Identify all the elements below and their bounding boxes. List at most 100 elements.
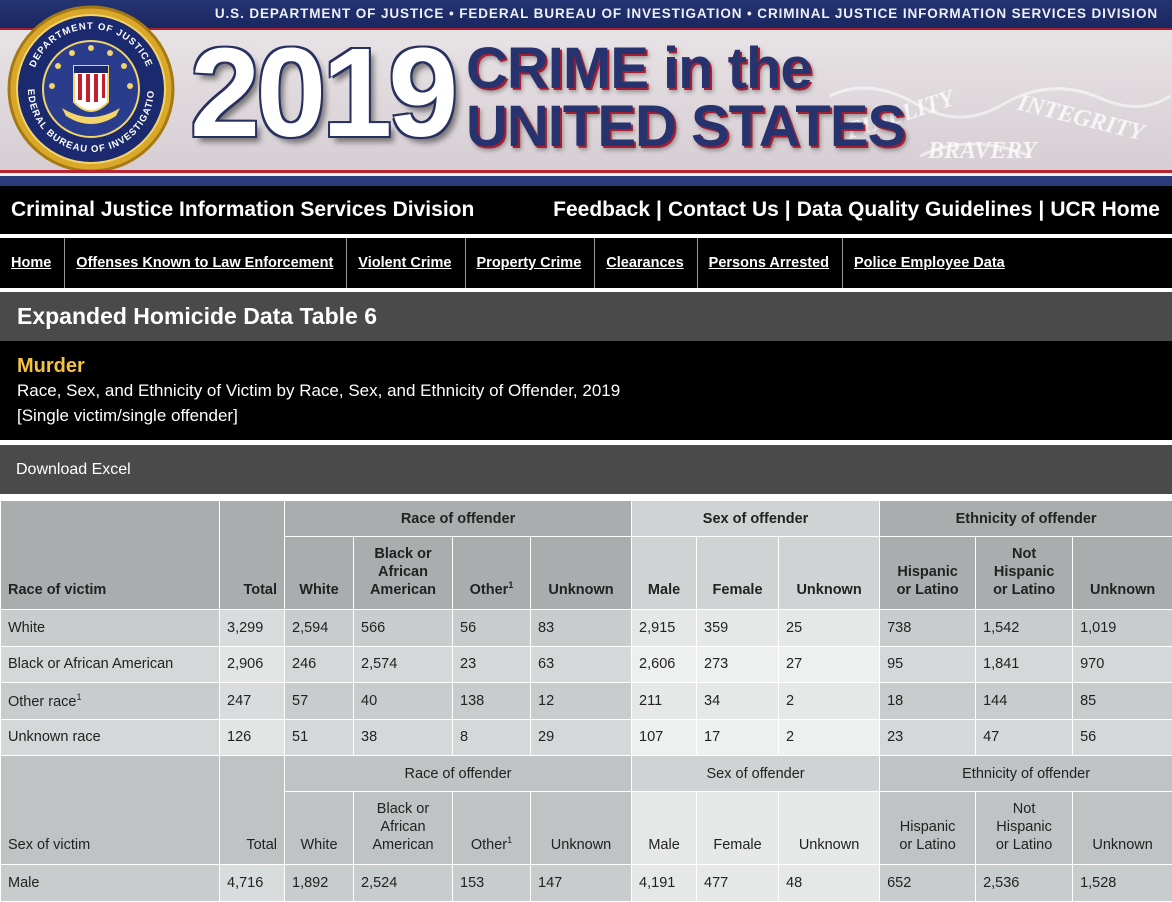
table-header-group-row: Race of victimTotalRace of offenderSex o… bbox=[1, 501, 1172, 537]
division-name: Criminal Justice Information Services Di… bbox=[11, 198, 474, 222]
cell-female: 34 bbox=[697, 683, 779, 720]
table-title: Race, Sex, and Ethnicity of Victim by Ra… bbox=[17, 378, 1155, 403]
row-label: Other race1 bbox=[1, 683, 220, 720]
cell-not-hispanic: 2,536 bbox=[976, 865, 1073, 902]
hispanic-header: Hispanicor Latino bbox=[880, 792, 976, 865]
cell-female: 17 bbox=[697, 719, 779, 756]
female-header: Female bbox=[697, 792, 779, 865]
male-header: Male bbox=[632, 792, 697, 865]
offense-label: Murder bbox=[17, 354, 1155, 378]
cell-ethnicity-unknown: 970 bbox=[1073, 646, 1172, 683]
white-header: White bbox=[285, 537, 354, 610]
nav-property-crime[interactable]: Property Crime bbox=[466, 238, 596, 288]
cell-male: 211 bbox=[632, 683, 697, 720]
nav-offenses-known[interactable]: Offenses Known to Law Enforcement bbox=[65, 238, 347, 288]
nav-violent-crime[interactable]: Violent Crime bbox=[347, 238, 465, 288]
cell-black: 566 bbox=[354, 610, 453, 647]
nav-clearances[interactable]: Clearances bbox=[595, 238, 697, 288]
cell-white: 246 bbox=[285, 646, 354, 683]
cell-total: 247 bbox=[220, 683, 285, 720]
download-excel-button[interactable]: Download Excel bbox=[0, 445, 1172, 494]
cell-not-hispanic: 1,542 bbox=[976, 610, 1073, 647]
cell-hispanic: 23 bbox=[880, 719, 976, 756]
row-label-header: Race of victim bbox=[1, 501, 220, 610]
cell-white: 2,594 bbox=[285, 610, 354, 647]
table-row: Other race12475740138122113421814485 bbox=[1, 683, 1172, 720]
cell-white: 57 bbox=[285, 683, 354, 720]
cell-hispanic: 652 bbox=[880, 865, 976, 902]
table-row: Black or African American2,9062462,57423… bbox=[1, 646, 1172, 683]
sex-group-header: Sex of offender bbox=[632, 756, 880, 792]
row-label: White bbox=[1, 610, 220, 647]
cell-black: 2,574 bbox=[354, 646, 453, 683]
cell-female: 477 bbox=[697, 865, 779, 902]
nav-persons-arrested[interactable]: Persons Arrested bbox=[698, 238, 843, 288]
row-label: Unknown race bbox=[1, 719, 220, 756]
table-subtitle: [Single victim/single offender] bbox=[17, 403, 1155, 428]
cell-race-unknown: 29 bbox=[531, 719, 632, 756]
ucr-home-link[interactable]: UCR Home bbox=[1050, 198, 1160, 222]
table-row: Unknown race1265138829107172234756 bbox=[1, 719, 1172, 756]
banner-stripe bbox=[0, 170, 1172, 186]
homicide-data-table: Race of victimTotalRace of offenderSex o… bbox=[0, 500, 1172, 902]
cell-not-hispanic: 1,841 bbox=[976, 646, 1073, 683]
cell-sex-unknown: 2 bbox=[779, 719, 880, 756]
sex-group-header: Sex of offender bbox=[632, 501, 880, 537]
agency-line: U.S. DEPARTMENT OF JUSTICE • FEDERAL BUR… bbox=[215, 6, 1158, 21]
row-label-header: Sex of victim bbox=[1, 756, 220, 865]
nav-police-employee-data[interactable]: Police Employee Data bbox=[843, 238, 1018, 288]
cell-race-unknown: 147 bbox=[531, 865, 632, 902]
cell-total: 126 bbox=[220, 719, 285, 756]
report-year: 2019 bbox=[190, 30, 454, 156]
cell-male: 2,915 bbox=[632, 610, 697, 647]
motto-bravery: BRAVERY bbox=[927, 138, 1039, 164]
cell-total: 4,716 bbox=[220, 865, 285, 902]
ethnicity-unknown-header: Unknown bbox=[1073, 537, 1172, 610]
total-header: Total bbox=[220, 501, 285, 610]
cell-ethnicity-unknown: 1,528 bbox=[1073, 865, 1172, 902]
cell-other: 138 bbox=[453, 683, 531, 720]
cell-white: 1,892 bbox=[285, 865, 354, 902]
cell-hispanic: 95 bbox=[880, 646, 976, 683]
nav-home[interactable]: Home bbox=[0, 238, 65, 288]
cell-black: 40 bbox=[354, 683, 453, 720]
hispanic-header: Hispanicor Latino bbox=[880, 537, 976, 610]
report-title-line2: UNITED STATES bbox=[466, 98, 905, 156]
table-title-block: Murder Race, Sex, and Ethnicity of Victi… bbox=[0, 341, 1172, 440]
feedback-link[interactable]: Feedback bbox=[553, 198, 650, 222]
cell-hispanic: 738 bbox=[880, 610, 976, 647]
fbi-seal-icon: DEPARTMENT OF JUSTICE FEDERAL BUREAU OF … bbox=[6, 4, 176, 174]
black-header: Black orAfricanAmerican bbox=[354, 792, 453, 865]
cell-white: 51 bbox=[285, 719, 354, 756]
cell-ethnicity-unknown: 1,019 bbox=[1073, 610, 1172, 647]
cell-total: 3,299 bbox=[220, 610, 285, 647]
cell-female: 359 bbox=[697, 610, 779, 647]
black-header: Black orAfricanAmerican bbox=[354, 537, 453, 610]
row-label: Male bbox=[1, 865, 220, 902]
cell-hispanic: 18 bbox=[880, 683, 976, 720]
other-header: Other1 bbox=[453, 537, 531, 610]
not-hispanic-header: NotHispanicor Latino bbox=[976, 792, 1073, 865]
cell-sex-unknown: 27 bbox=[779, 646, 880, 683]
race-group-header: Race of offender bbox=[285, 756, 632, 792]
report-title-line1: CRIME in the bbox=[466, 40, 905, 98]
cell-other: 56 bbox=[453, 610, 531, 647]
cell-female: 273 bbox=[697, 646, 779, 683]
contact-us-link[interactable]: Contact Us bbox=[668, 198, 779, 222]
division-bar: Criminal Justice Information Services Di… bbox=[0, 186, 1172, 234]
cell-not-hispanic: 144 bbox=[976, 683, 1073, 720]
cell-other: 153 bbox=[453, 865, 531, 902]
table-row: Male4,7161,8922,5241531474,191477486522,… bbox=[1, 865, 1172, 902]
cell-black: 2,524 bbox=[354, 865, 453, 902]
cell-race-unknown: 12 bbox=[531, 683, 632, 720]
cell-total: 2,906 bbox=[220, 646, 285, 683]
cell-not-hispanic: 47 bbox=[976, 719, 1073, 756]
data-quality-guidelines-link[interactable]: Data Quality Guidelines bbox=[797, 198, 1033, 222]
white-header: White bbox=[285, 792, 354, 865]
sex-unknown-header: Unknown bbox=[779, 792, 880, 865]
table-header-group-row: Sex of victimTotalRace of offenderSex of… bbox=[1, 756, 1172, 792]
race-group-header: Race of offender bbox=[285, 501, 632, 537]
ethnicity-group-header: Ethnicity of offender bbox=[880, 501, 1172, 537]
cell-other: 23 bbox=[453, 646, 531, 683]
cell-male: 4,191 bbox=[632, 865, 697, 902]
